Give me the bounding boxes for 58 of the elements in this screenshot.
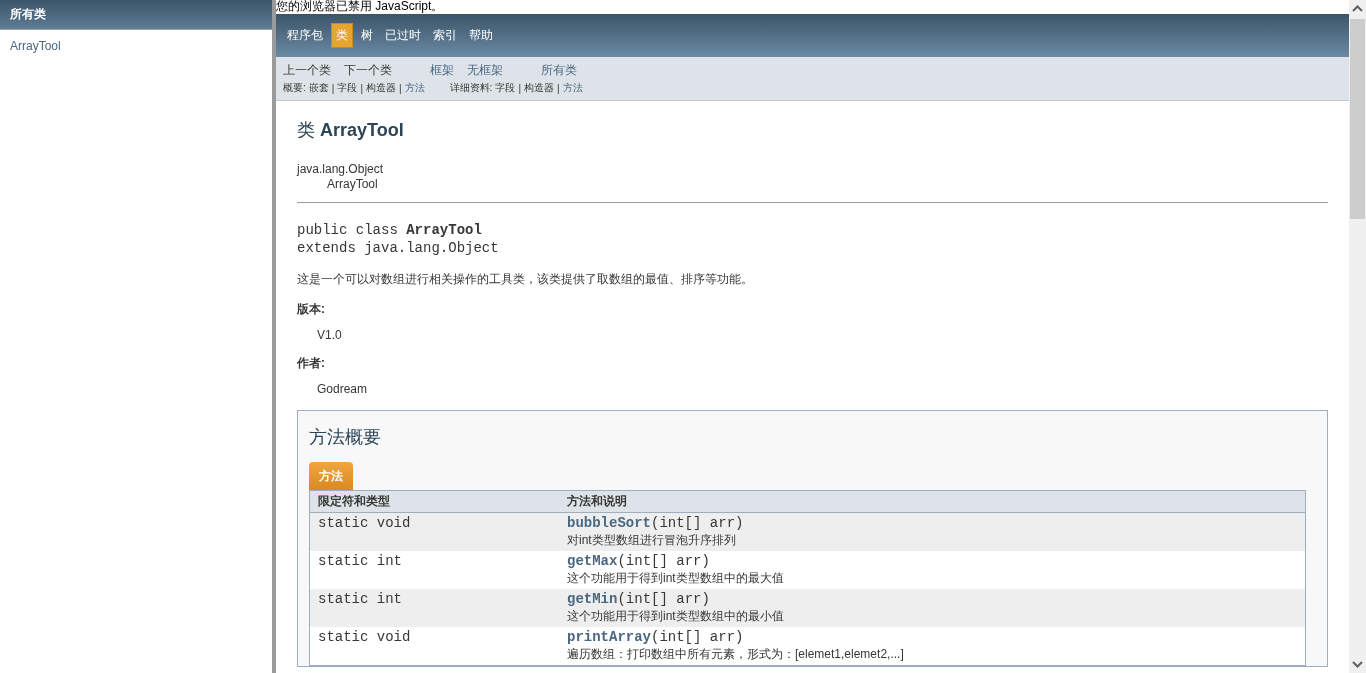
method-description: 这个功能用于得到int类型数组中的最大值 (567, 571, 784, 585)
class-title: 类 ArrayTool (297, 119, 405, 142)
column-header: 方法和说明 (559, 490, 1306, 513)
nav-label: 上一个类 (283, 62, 331, 77)
noscript-notice: 您的浏览器已禁用 JavaScript。 (276, 0, 445, 14)
tag-value: Godream (317, 382, 368, 396)
modifier-cell: static void (309, 627, 559, 666)
nav-label: 字段 (337, 81, 358, 95)
method-signature: getMin(int[] arr) (567, 591, 710, 607)
class-link[interactable]: ArrayTool (10, 39, 61, 53)
nav-tab[interactable]: 程序包 (283, 24, 327, 47)
scrollbar[interactable] (1349, 0, 1366, 673)
method-description: 遍历数组：打印数组中所有元素，形式为：[elemet1,elemet2,...] (567, 647, 904, 661)
frame-title: 所有类 (10, 6, 46, 23)
nav-label: 详细资料: (449, 81, 493, 95)
method-link[interactable]: printArray (567, 629, 651, 645)
nav-label: 概要: (283, 81, 306, 95)
nav-link[interactable]: 所有类 (541, 62, 577, 77)
method-description: 对int类型数组进行冒泡升序排列 (567, 533, 736, 547)
modifier-cell: static int (309, 589, 559, 627)
inheritance-item: ArrayTool (327, 177, 378, 191)
tag-label: 版本: (297, 302, 325, 316)
nav-tab[interactable]: 索引 (429, 24, 461, 47)
nav-label: 构造器 (524, 81, 554, 95)
class-signature: public class ArrayTool (297, 222, 482, 238)
method-signature: bubbleSort(int[] arr) (567, 515, 744, 531)
modifier-cell: static int (309, 551, 559, 589)
tag-value: V1.0 (317, 328, 342, 342)
nav-link[interactable]: 方法 (404, 81, 425, 95)
nav-label: 构造器 (366, 81, 396, 95)
class-description: 这是一个可以对数组进行相关操作的工具类，该类提供了取数组的最值、排序等功能。 (297, 272, 753, 286)
class-signature: extends java.lang.Object (297, 240, 499, 256)
method-signature: printArray(int[] arr) (567, 629, 744, 645)
nav-label: 字段 (495, 81, 516, 95)
method-link[interactable]: bubbleSort (567, 515, 651, 531)
method-description: 这个功能用于得到int类型数组中的最小值 (567, 609, 784, 623)
section-title: 方法概要 (309, 427, 381, 447)
nav-tab[interactable]: 树 (357, 24, 377, 47)
nav-label: 嵌套 (308, 81, 329, 95)
method-link[interactable]: getMin (567, 591, 618, 607)
nav-link[interactable]: 方法 (562, 81, 583, 95)
separator: | (331, 82, 335, 94)
modifier-cell: static void (309, 512, 559, 551)
nav-link[interactable]: 无框架 (467, 62, 503, 77)
nav-tab[interactable]: 帮助 (465, 24, 497, 47)
separator: | (518, 82, 521, 94)
nav-tab[interactable]: 已过时 (381, 24, 425, 47)
method-signature: getMax(int[] arr) (567, 553, 710, 569)
nav-label: 下一个类 (344, 62, 392, 77)
method-link[interactable]: getMax (567, 553, 618, 569)
scrollbar-thumb[interactable] (1350, 19, 1365, 219)
inheritance-item: java.lang.Object (297, 162, 384, 176)
separator: | (399, 82, 402, 94)
tag-label: 作者: (297, 356, 325, 370)
nav-link[interactable]: 框架 (430, 62, 454, 77)
separator: | (557, 82, 560, 94)
column-header: 限定符和类型 (309, 490, 559, 513)
separator: | (360, 82, 363, 94)
